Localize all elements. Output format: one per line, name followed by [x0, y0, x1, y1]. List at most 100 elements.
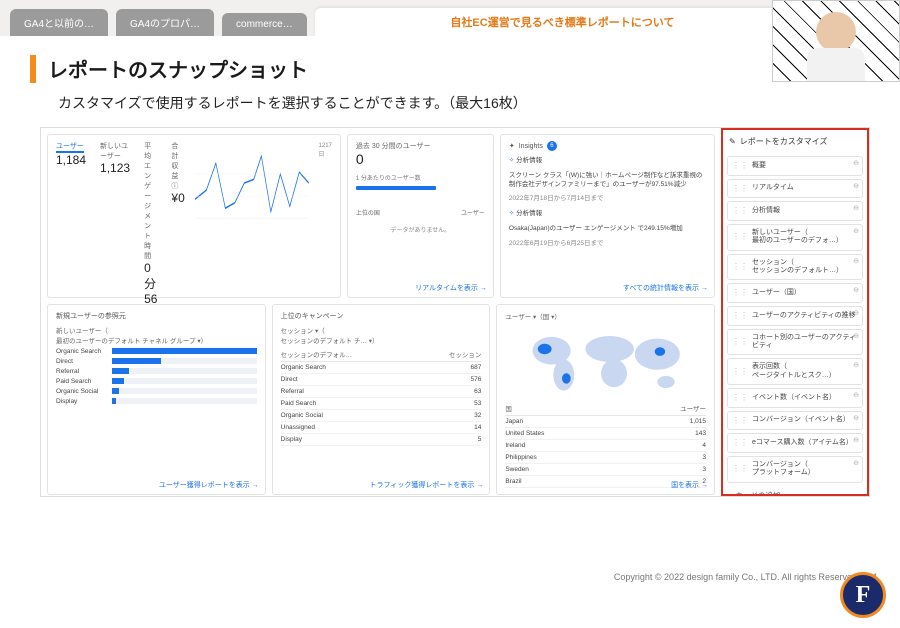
- table-row[interactable]: United States143: [505, 427, 706, 439]
- table-row[interactable]: Unassigned14: [281, 421, 482, 433]
- acq-sub[interactable]: 新しいユーザー（ 最初のユーザーのデフォルト チャネル グループ ▾）: [56, 325, 257, 345]
- insights-tag: 分析情報: [516, 157, 542, 164]
- camp-sub[interactable]: セッション ▾（ セッションのデフォルト チ… ▾）: [281, 325, 482, 345]
- realtime-link[interactable]: リアルタイムを表示 →: [415, 283, 487, 293]
- dashboard-screenshot: ユーザー1,184 新しいユーザー1,123 平均エンゲージメント時間0 分 5…: [40, 127, 870, 497]
- copyright: Copyright © 2022 design family Co., LTD.…: [614, 572, 878, 582]
- remove-icon[interactable]: ⊖: [853, 205, 859, 213]
- bar-row[interactable]: Paid Search: [56, 378, 257, 385]
- customize-item[interactable]: ⋮⋮コンバージョン（ プラットフォーム）⊖: [727, 456, 863, 483]
- table-row[interactable]: Direct576: [281, 373, 482, 385]
- table-row[interactable]: Organic Search687: [281, 361, 482, 373]
- realtime-value: 0: [356, 151, 485, 167]
- table-row[interactable]: Organic Social32: [281, 409, 482, 421]
- realtime-permin: 1 分あたりのユーザー数: [356, 173, 485, 182]
- remove-icon[interactable]: ⊖: [853, 258, 859, 266]
- insight-2-text[interactable]: Osaka(Japan)のユーザー エンゲージメント で249.15%増加: [509, 225, 706, 234]
- axis-right: 17: [325, 143, 332, 291]
- realtime-empty: データがありません。: [356, 225, 485, 234]
- insight-1-text[interactable]: スクリーン クラス「(W)に強い｜ホームページ制作など訴求重視の制作会社デザイン…: [509, 172, 706, 190]
- table-row[interactable]: Display5: [281, 433, 482, 445]
- insights-link[interactable]: すべての統計情報を表示 →: [623, 283, 708, 293]
- card-metrics: ユーザー1,184 新しいユーザー1,123 平均エンゲージメント時間0 分 5…: [47, 134, 341, 298]
- remove-icon[interactable]: ⊖: [853, 228, 859, 236]
- metric-users-label[interactable]: ユーザー: [56, 141, 84, 153]
- customize-item[interactable]: ⋮⋮表示回数（ ページタイトルとスク…）⊖: [727, 358, 863, 385]
- remove-icon[interactable]: ⊖: [853, 415, 859, 423]
- bar-label: Organic Search: [56, 348, 108, 355]
- table-row[interactable]: Referral63: [281, 385, 482, 397]
- grip-icon: ⋮⋮: [732, 337, 748, 347]
- remove-icon[interactable]: ⊖: [853, 287, 859, 295]
- remove-icon[interactable]: ⊖: [853, 460, 859, 468]
- acq-title: 新規ユーザーの参照元: [56, 311, 257, 321]
- axis-left: 12 日: [319, 143, 326, 291]
- camp-table: セッションのデフォル…セッション Organic Search687Direct…: [281, 347, 482, 446]
- bar-row[interactable]: Display: [56, 398, 257, 405]
- countries-title[interactable]: ユーザー ▾（国 ▾）: [505, 311, 706, 321]
- tab-standard-reports[interactable]: 自社EC運営で見るべき標準レポートについて: [315, 8, 810, 36]
- realtime-col-b: ユーザー: [461, 208, 485, 217]
- tab-ga4-property[interactable]: GA4のプロパ…: [116, 9, 214, 36]
- bar-label: Referral: [56, 368, 108, 375]
- brand-fab[interactable]: F: [840, 572, 886, 618]
- tab-ga4-old[interactable]: GA4と以前の…: [10, 9, 108, 36]
- add-card-button[interactable]: + カードの追加: [727, 486, 863, 496]
- insight-1-date: 2022年7月18日から7月14日まで: [509, 195, 706, 204]
- table-row[interactable]: Ireland4: [505, 439, 706, 451]
- countries-link[interactable]: 国を表示 →: [671, 480, 708, 490]
- table-row[interactable]: Sweden3: [505, 463, 706, 475]
- table-row[interactable]: Japan1,015: [505, 415, 706, 427]
- table-row[interactable]: Paid Search53: [281, 397, 482, 409]
- remove-icon[interactable]: ⊖: [853, 392, 859, 400]
- customize-item[interactable]: ⋮⋮コンバージョン（イベント名）⊖: [727, 411, 863, 431]
- remove-icon[interactable]: ⊖: [853, 333, 859, 341]
- customize-item[interactable]: ⋮⋮セッション（ セッションのデフォルト…）⊖: [727, 254, 863, 281]
- acq-bars: Organic Search Direct Referral Paid Search O…: [56, 348, 257, 405]
- remove-icon[interactable]: ⊖: [853, 160, 859, 168]
- webcam-thumbnail: [772, 0, 900, 82]
- tab-bar: GA4と以前の… GA4のプロパ… commerce… 自社EC運営で見るべき標…: [0, 0, 900, 36]
- insights-head: Insights: [519, 143, 543, 150]
- bar-row[interactable]: Direct: [56, 358, 257, 365]
- remove-icon[interactable]: ⊖: [853, 362, 859, 370]
- metric-revenue-value: ¥0: [171, 191, 184, 205]
- customize-item[interactable]: ⋮⋮イベント数（イベント名）⊖: [727, 388, 863, 408]
- presenter-avatar: [803, 12, 869, 74]
- grip-icon: ⋮⋮: [732, 367, 748, 377]
- remove-icon[interactable]: ⊖: [853, 310, 859, 318]
- customize-item[interactable]: ⋮⋮概要⊖: [727, 156, 863, 176]
- tab-commerce[interactable]: commerce…: [222, 13, 307, 36]
- bar-label: Display: [56, 398, 108, 405]
- remove-icon[interactable]: ⊖: [853, 183, 859, 191]
- side-head: レポートをカスタマイズ: [740, 136, 828, 147]
- realtime-bar: [356, 186, 436, 190]
- customize-item[interactable]: ⋮⋮ユーザー（国）⊖: [727, 283, 863, 303]
- grip-icon: ⋮⋮: [732, 206, 748, 216]
- table-row[interactable]: Philippines3: [505, 451, 706, 463]
- customize-item[interactable]: ⋮⋮新しいユーザー（ 最初のユーザーのデフォ…）⊖: [727, 224, 863, 251]
- acq-link[interactable]: ユーザー獲得レポートを表示 →: [159, 480, 259, 490]
- customize-item[interactable]: ⋮⋮eコマース購入数（アイテム名）⊖: [727, 433, 863, 453]
- lightbulb-icon: ✦: [509, 142, 515, 150]
- customize-item[interactable]: ⋮⋮ユーザーのアクティビティの推移⊖: [727, 306, 863, 326]
- bar-row[interactable]: Organic Search: [56, 348, 257, 355]
- bar-row[interactable]: Referral: [56, 368, 257, 375]
- customize-item[interactable]: ⋮⋮分析情報⊖: [727, 201, 863, 221]
- remove-icon[interactable]: ⊖: [853, 437, 859, 445]
- metric-sparkline: [195, 147, 309, 219]
- grip-icon: ⋮⋮: [732, 311, 748, 321]
- metric-engagement-label[interactable]: 平均エンゲージメント時間: [144, 141, 157, 261]
- customize-item[interactable]: ⋮⋮リアルタイム⊖: [727, 179, 863, 199]
- card-countries: ユーザー ▾（国 ▾）: [496, 304, 715, 495]
- bar-label: Organic Social: [56, 388, 108, 395]
- bar-label: Paid Search: [56, 378, 108, 385]
- metric-revenue-label[interactable]: 合計収益 ⓘ: [171, 141, 184, 191]
- customize-panel: ✎レポートをカスタマイズ ⋮⋮概要⊖⋮⋮リアルタイム⊖⋮⋮分析情報⊖⋮⋮新しいユ…: [721, 128, 869, 496]
- metric-newusers-label[interactable]: 新しいユーザー: [100, 141, 130, 161]
- bar-row[interactable]: Organic Social: [56, 388, 257, 395]
- customize-item[interactable]: ⋮⋮コホート別のユーザーのアクティビティ⊖: [727, 329, 863, 356]
- camp-link[interactable]: トラフィック獲得レポートを表示 →: [370, 480, 484, 490]
- slide-body: レポートのスナップショット カスタマイズで使用するレポートを選択することができま…: [0, 36, 900, 588]
- analytics-icon: ✧: [509, 157, 514, 164]
